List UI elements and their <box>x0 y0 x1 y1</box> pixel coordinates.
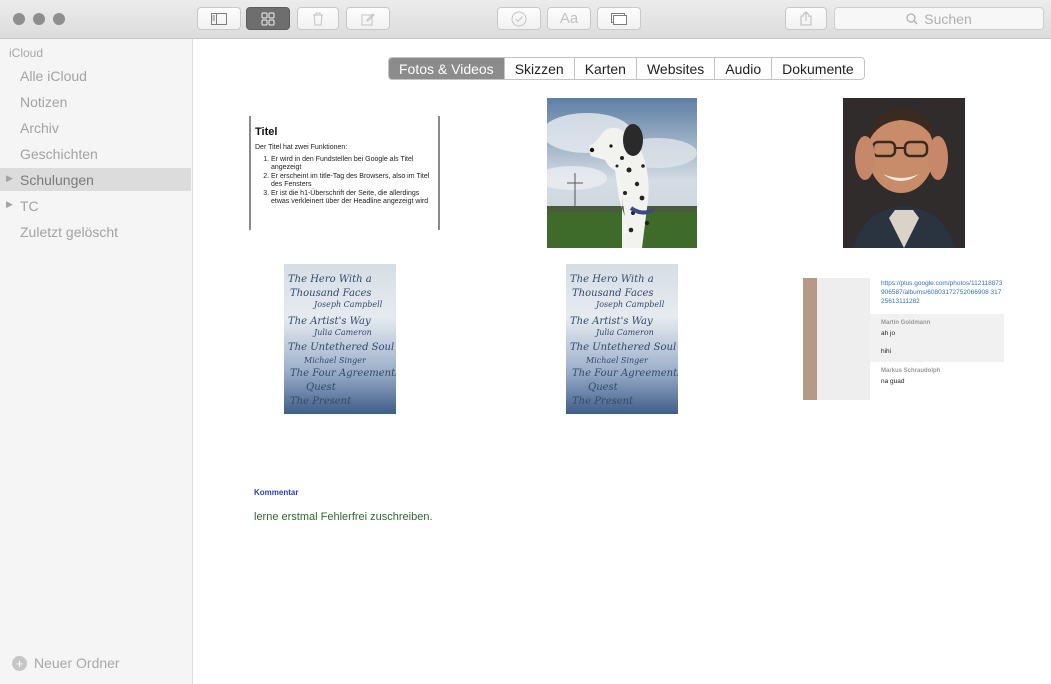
close-window-button[interactable] <box>13 13 25 25</box>
doc-title: Titel <box>255 126 278 138</box>
sidebar-item-alle-icloud[interactable]: Alle iCloud <box>0 64 191 87</box>
sidebar-item-label: Zuletzt gelöscht <box>20 223 119 240</box>
dalmatian-photo <box>547 98 697 248</box>
sidebar-item-geschichten[interactable]: Geschichten <box>0 142 191 165</box>
sidebar-item-label: Archiv <box>20 119 59 136</box>
doc-list-item: Er ist die h1-Überschrift der Seite, die… <box>271 190 432 206</box>
sidebar-item-zuletzt-geloescht[interactable]: Zuletzt gelöscht <box>0 220 191 243</box>
sidebar-item-archiv[interactable]: Archiv <box>0 116 191 139</box>
handwritten-list-photo: The Hero With a Thousand Faces Joseph Ca… <box>566 264 678 414</box>
plus-icon: + <box>12 655 27 671</box>
delete-button[interactable] <box>297 7 339 30</box>
handwriting-line: Thousand Faces <box>572 288 654 299</box>
sidebar-item-tc[interactable]: ▶ TC <box>0 194 191 217</box>
sidebar-item-label: Alle iCloud <box>20 67 87 84</box>
handwriting-line: Joseph Campbell <box>314 300 383 309</box>
document-thumbnail[interactable]: Titel Der Titel hat zwei Funktionen: Er … <box>249 116 440 230</box>
handwriting-line: Quest <box>306 382 336 393</box>
share-button[interactable] <box>785 7 827 30</box>
tab-skizzen[interactable]: Skizzen <box>503 58 574 79</box>
comment-author: Martin Goldmann <box>881 320 931 326</box>
sidebar-item-label: Geschichten <box>20 145 98 162</box>
attachments-view-button[interactable] <box>246 7 290 30</box>
handwriting-line: The Hero With a <box>288 274 372 285</box>
sidebar-section-icloud: iCloud <box>9 46 44 60</box>
format-icon: Aa <box>559 10 579 27</box>
toolbar: Aa Suchen <box>0 0 1051 39</box>
handwriting-line: The Hero With a <box>570 274 654 285</box>
disclosure-triangle-icon[interactable]: ▶ <box>6 173 13 184</box>
disclosure-triangle-icon[interactable]: ▶ <box>6 199 13 210</box>
sidebar-item-schulungen[interactable]: ▶ Schulungen <box>0 168 191 191</box>
attachment-type-tabs: Fotos & Videos Skizzen Karten Websites A… <box>388 57 865 80</box>
handwriting-line: The Untethered Soul <box>570 342 677 353</box>
comment-label: Kommentar <box>254 488 299 497</box>
thumbnail-strip <box>803 278 817 400</box>
handwriting-line: Julia Cameron <box>596 328 654 337</box>
new-note-button[interactable] <box>346 7 390 30</box>
handwriting-line: Joseph Campbell <box>596 300 665 309</box>
tab-karten[interactable]: Karten <box>573 58 636 79</box>
share-icon <box>800 11 812 26</box>
handwriting-line: Thousand Faces <box>290 288 372 299</box>
tab-websites[interactable]: Websites <box>635 58 714 79</box>
portrait-photo-thumbnail[interactable] <box>843 98 965 248</box>
sidebar: iCloud Alle iCloud Notizen Archiv Geschi… <box>0 39 193 684</box>
checklist-button[interactable] <box>497 7 541 30</box>
handwriting-line: The Four Agreements <box>290 368 396 379</box>
comment-author: Markus Schraudolph <box>881 368 941 374</box>
website-thumbnail[interactable]: https://plus.google.com/photos/112118873… <box>803 278 1004 400</box>
handwriting-line: The Present <box>572 396 634 407</box>
doc-intro: Der Titel hat zwei Funktionen: <box>255 144 348 151</box>
sidebar-toggle-icon <box>211 12 227 25</box>
sidebar-item-notizen[interactable]: Notizen <box>0 90 191 113</box>
doc-list-item: Er wird in den Fundstellen bei Google al… <box>271 156 432 172</box>
comment-line: hihi <box>881 348 892 355</box>
format-button[interactable]: Aa <box>547 7 591 30</box>
handwritten-list-photo-thumbnail[interactable]: The Hero With a Thousand Faces Joseph Ca… <box>284 264 396 414</box>
web-link: https://plus.google.com/photos/112118873… <box>881 280 1003 305</box>
notes-window: Aa Suchen iCloud Alle iCloud Notizen Arc… <box>0 0 1051 684</box>
zoom-window-button[interactable] <box>53 13 65 25</box>
handwriting-line: The Artist's Way <box>570 316 653 327</box>
handwriting-line: Julia Cameron <box>314 328 372 337</box>
trash-icon <box>313 12 323 25</box>
handwriting-line: Quest <box>588 382 618 393</box>
tab-fotos-videos[interactable]: Fotos & Videos <box>389 58 504 79</box>
handwritten-list-photo: The Hero With a Thousand Faces Joseph Ca… <box>284 264 396 414</box>
handwritten-list-photo-thumbnail[interactable]: The Hero With a Thousand Faces Joseph Ca… <box>566 264 678 414</box>
table-icon <box>611 12 627 25</box>
doc-list-item: Er erscheint im title-Tag des Browsers, … <box>271 173 432 189</box>
handwriting-line: The Untethered Soul <box>288 342 395 353</box>
checklist-icon <box>511 11 527 26</box>
sidebar-item-label: Schulungen <box>20 171 94 188</box>
tab-audio[interactable]: Audio <box>714 58 771 79</box>
comment-text: lerne erstmal Fehlerfrei zuschreiben. <box>254 511 433 523</box>
doc-list: Er wird in den Fundstellen bei Google al… <box>255 156 432 206</box>
handwriting-line: The Four Agreements <box>572 368 678 379</box>
portrait-photo <box>843 98 965 248</box>
thumbnail-gray-panel <box>817 278 870 400</box>
search-icon <box>906 12 918 24</box>
comment-line: ah jo <box>881 330 896 337</box>
handwriting-line: Michael Singer <box>304 356 366 365</box>
sidebar-item-label: TC <box>20 197 39 214</box>
sidebar-item-label: Notizen <box>20 93 68 110</box>
sidebar-toggle-button[interactable] <box>197 7 241 30</box>
new-folder-label: Neuer Ordner <box>34 655 120 671</box>
search-placeholder: Suchen <box>924 10 972 27</box>
minimize-window-button[interactable] <box>33 13 45 25</box>
dalmatian-photo-thumbnail[interactable] <box>547 98 697 248</box>
handwriting-line: The Present <box>290 396 352 407</box>
new-folder-button[interactable]: + Neuer Ordner <box>12 655 120 671</box>
attachments-grid-icon <box>261 12 275 25</box>
table-button[interactable] <box>597 7 641 30</box>
tab-dokumente[interactable]: Dokumente <box>771 58 864 79</box>
comment-line: na guad <box>881 378 905 385</box>
handwriting-line: The Artist's Way <box>288 316 371 327</box>
handwriting-line: Michael Singer <box>586 356 648 365</box>
compose-icon <box>361 12 375 25</box>
search-field[interactable]: Suchen <box>834 7 1044 30</box>
